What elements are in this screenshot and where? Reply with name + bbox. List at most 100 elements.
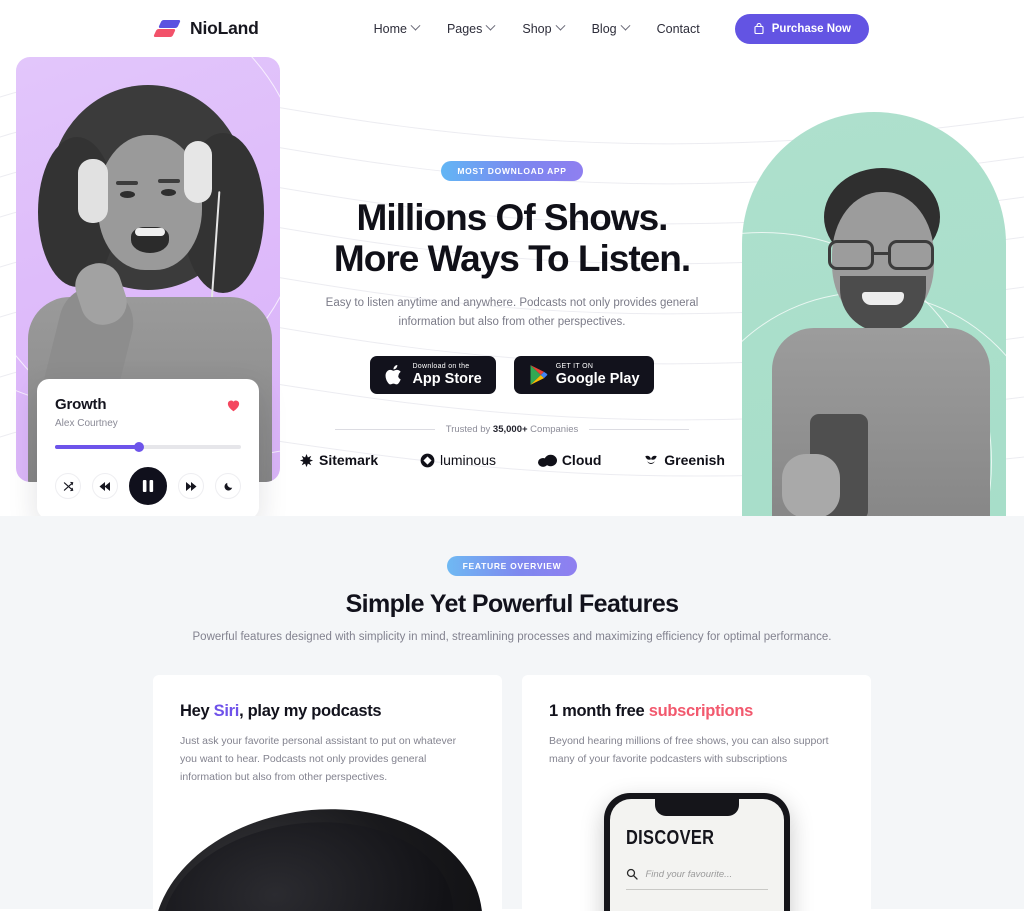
hero-title: Millions Of Shows. More Ways To Listen. [277, 197, 747, 280]
nav-label: Shop [522, 21, 552, 36]
hero-subtitle: Easy to listen anytime and anywhere. Pod… [325, 296, 699, 328]
chevron-down-icon [555, 20, 566, 31]
feature-card-text: Just ask your favorite personal assistan… [180, 735, 457, 784]
trusted-prefix: Trusted by [445, 424, 493, 436]
app-store-button[interactable]: Download on the App Store [370, 355, 496, 395]
sitemark-asterisk-icon [299, 453, 314, 467]
purchase-now-button[interactable]: Purchase Now [734, 13, 869, 44]
nav-label: Contact [656, 21, 700, 36]
google-play-icon [530, 365, 548, 385]
brand-label: luminous [439, 452, 496, 469]
nioland-logo-icon [153, 19, 181, 39]
shopping-bag-icon [754, 22, 764, 34]
heart-icon[interactable] [226, 398, 241, 412]
landing-page: NioLand Home Pages Shop Blog Contact Pur… [0, 0, 1024, 911]
apple-icon [385, 365, 402, 385]
trusted-count: 35,000+ [492, 424, 528, 436]
trusted-by-row: Trusted by 35,000+ Companies [277, 424, 747, 435]
feature-card-text: Beyond hearing millions of free shows, y… [549, 735, 829, 766]
title-part-a: 1 month free [549, 702, 649, 721]
rewind-icon [99, 481, 110, 491]
phone-search-placeholder: Find your favourite... [645, 868, 733, 880]
cloud-icon [537, 454, 557, 467]
luminous-diamond-icon [420, 453, 435, 468]
nav-item-shop[interactable]: Shop [522, 20, 566, 36]
moon-icon [224, 482, 232, 490]
hero-title-line1: Millions Of Shows. [356, 197, 669, 238]
phone-search-field[interactable]: Find your favourite... [625, 868, 768, 891]
purchase-now-label: Purchase Now [771, 22, 851, 35]
features-title: Simple Yet Powerful Features [345, 590, 679, 618]
divider-left [334, 429, 435, 431]
chevron-down-icon [620, 20, 631, 31]
nav-item-contact[interactable]: Contact [657, 22, 700, 36]
feature-card-title: Hey Siri, play my podcasts [180, 702, 475, 721]
brand-greenish: Greenish [643, 452, 725, 468]
features-section: FEATURE OVERVIEW Simple Yet Powerful Fea… [0, 516, 1024, 911]
trusted-suffix: Companies [527, 424, 579, 436]
sleep-timer-button[interactable] [215, 473, 241, 499]
progress-bar[interactable] [55, 442, 241, 452]
brand-cloud: Cloud [537, 452, 601, 468]
nav-label: Blog [591, 21, 617, 36]
features-subtitle: Powerful features designed with simplici… [192, 631, 832, 643]
pause-button[interactable] [129, 467, 167, 505]
brand-sitemark: Sitemark [299, 452, 378, 468]
phone-mockup: DISCOVER Find your favourite... [603, 793, 790, 911]
feature-cards: Hey Siri, play my podcasts Just ask your… [0, 675, 1024, 911]
greenish-leaf-icon [645, 455, 657, 464]
app-store-small-label: Download on the [412, 362, 470, 370]
title-part-a: Hey [180, 702, 214, 721]
main-navigation: Home Pages Shop Blog Contact [373, 20, 700, 36]
man-glasses-phone-photo [766, 168, 994, 516]
headphone-photo [153, 791, 497, 911]
pause-icon [142, 480, 154, 492]
next-button[interactable] [178, 473, 204, 499]
app-store-buttons: Download on the App Store GET IT ON Goog… [277, 355, 747, 395]
phone-screen: DISCOVER Find your favourite... [609, 799, 784, 911]
feature-card-subscriptions: 1 month free subscriptions Beyond hearin… [522, 675, 871, 911]
brand-label: Greenish [664, 452, 725, 469]
nav-label: Home [373, 21, 407, 36]
phone-notch [654, 799, 739, 817]
player-controls [55, 467, 241, 505]
nav-label: Pages [446, 21, 483, 36]
fast-forward-icon [186, 481, 197, 491]
nav-item-pages[interactable]: Pages [446, 20, 496, 36]
google-play-small-label: GET IT ON [555, 362, 594, 370]
previous-button[interactable] [92, 473, 118, 499]
hero-content: MOST DOWNLOAD APP Millions Of Shows. Mor… [277, 57, 747, 468]
google-play-big-label: Google Play [555, 370, 640, 387]
app-store-big-label: App Store [412, 370, 482, 387]
features-badge: FEATURE OVERVIEW [446, 556, 578, 576]
hero-badge: MOST DOWNLOAD APP [441, 161, 583, 181]
discover-heading: DISCOVER [625, 827, 714, 850]
hero-image-right [742, 112, 1006, 516]
hero-title-line2: More Ways To Listen. [333, 238, 691, 280]
track-artist: Alex Courtney [55, 418, 118, 429]
trusted-by-text: Trusted by 35,000+ Companies [446, 424, 578, 435]
shuffle-button[interactable] [55, 473, 81, 499]
nav-item-home[interactable]: Home [373, 20, 421, 36]
chevron-down-icon [410, 20, 421, 31]
brand-label: Sitemark [319, 452, 379, 469]
nav-item-blog[interactable]: Blog [591, 20, 631, 36]
brand-logos-row: Sitemark luminous Cloud Greenish [277, 452, 747, 468]
brand-luminous: luminous [420, 452, 496, 468]
divider-right [589, 429, 690, 431]
site-header: NioLand Home Pages Shop Blog Contact Pur… [0, 0, 1024, 57]
hero-section: MOST DOWNLOAD APP Millions Of Shows. Mor… [0, 57, 1024, 516]
title-part-b: , play my podcasts [239, 702, 382, 721]
brand-name: NioLand [190, 18, 259, 38]
google-play-button[interactable]: GET IT ON Google Play [513, 355, 654, 395]
feature-card-siri: Hey Siri, play my podcasts Just ask your… [153, 675, 502, 911]
title-highlight: Siri [213, 702, 240, 721]
track-title: Growth [55, 396, 107, 413]
progress-knob[interactable] [133, 442, 144, 452]
feature-card-title: 1 month free subscriptions [549, 702, 844, 721]
chevron-down-icon [485, 20, 496, 31]
music-player-card: Growth Alex Courtney [37, 379, 259, 516]
brand-logo[interactable]: NioLand [153, 18, 259, 39]
shuffle-icon [63, 481, 73, 491]
title-highlight: subscriptions [648, 702, 754, 721]
